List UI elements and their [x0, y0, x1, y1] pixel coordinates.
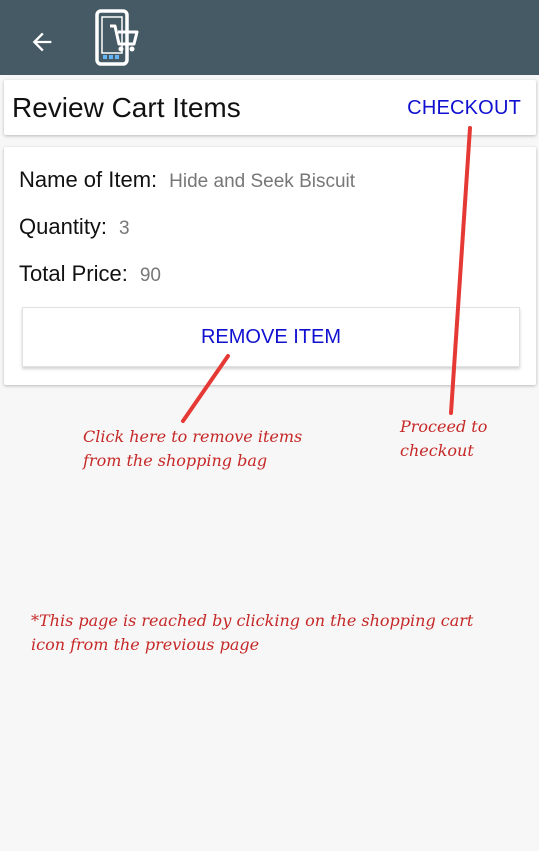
- footer-note-line1: *This page is reached by clicking on the…: [31, 611, 474, 630]
- remove-annotation-note: Click here to remove items from the shop…: [83, 425, 302, 473]
- footer-annotation-note: *This page is reached by clicking on the…: [31, 609, 473, 657]
- checkout-note-line1: Proceed to: [400, 417, 488, 436]
- remove-note-line2: from the shopping bag: [83, 451, 268, 470]
- checkout-annotation-note: Proceed to checkout: [400, 415, 487, 463]
- checkout-note-line2: checkout: [400, 441, 474, 460]
- remove-note-line1: Click here to remove items: [83, 427, 303, 446]
- footer-note-line2: icon from the previous page: [31, 635, 260, 654]
- remove-annotation-arrow: [181, 354, 230, 423]
- checkout-annotation-arrow: [449, 126, 472, 415]
